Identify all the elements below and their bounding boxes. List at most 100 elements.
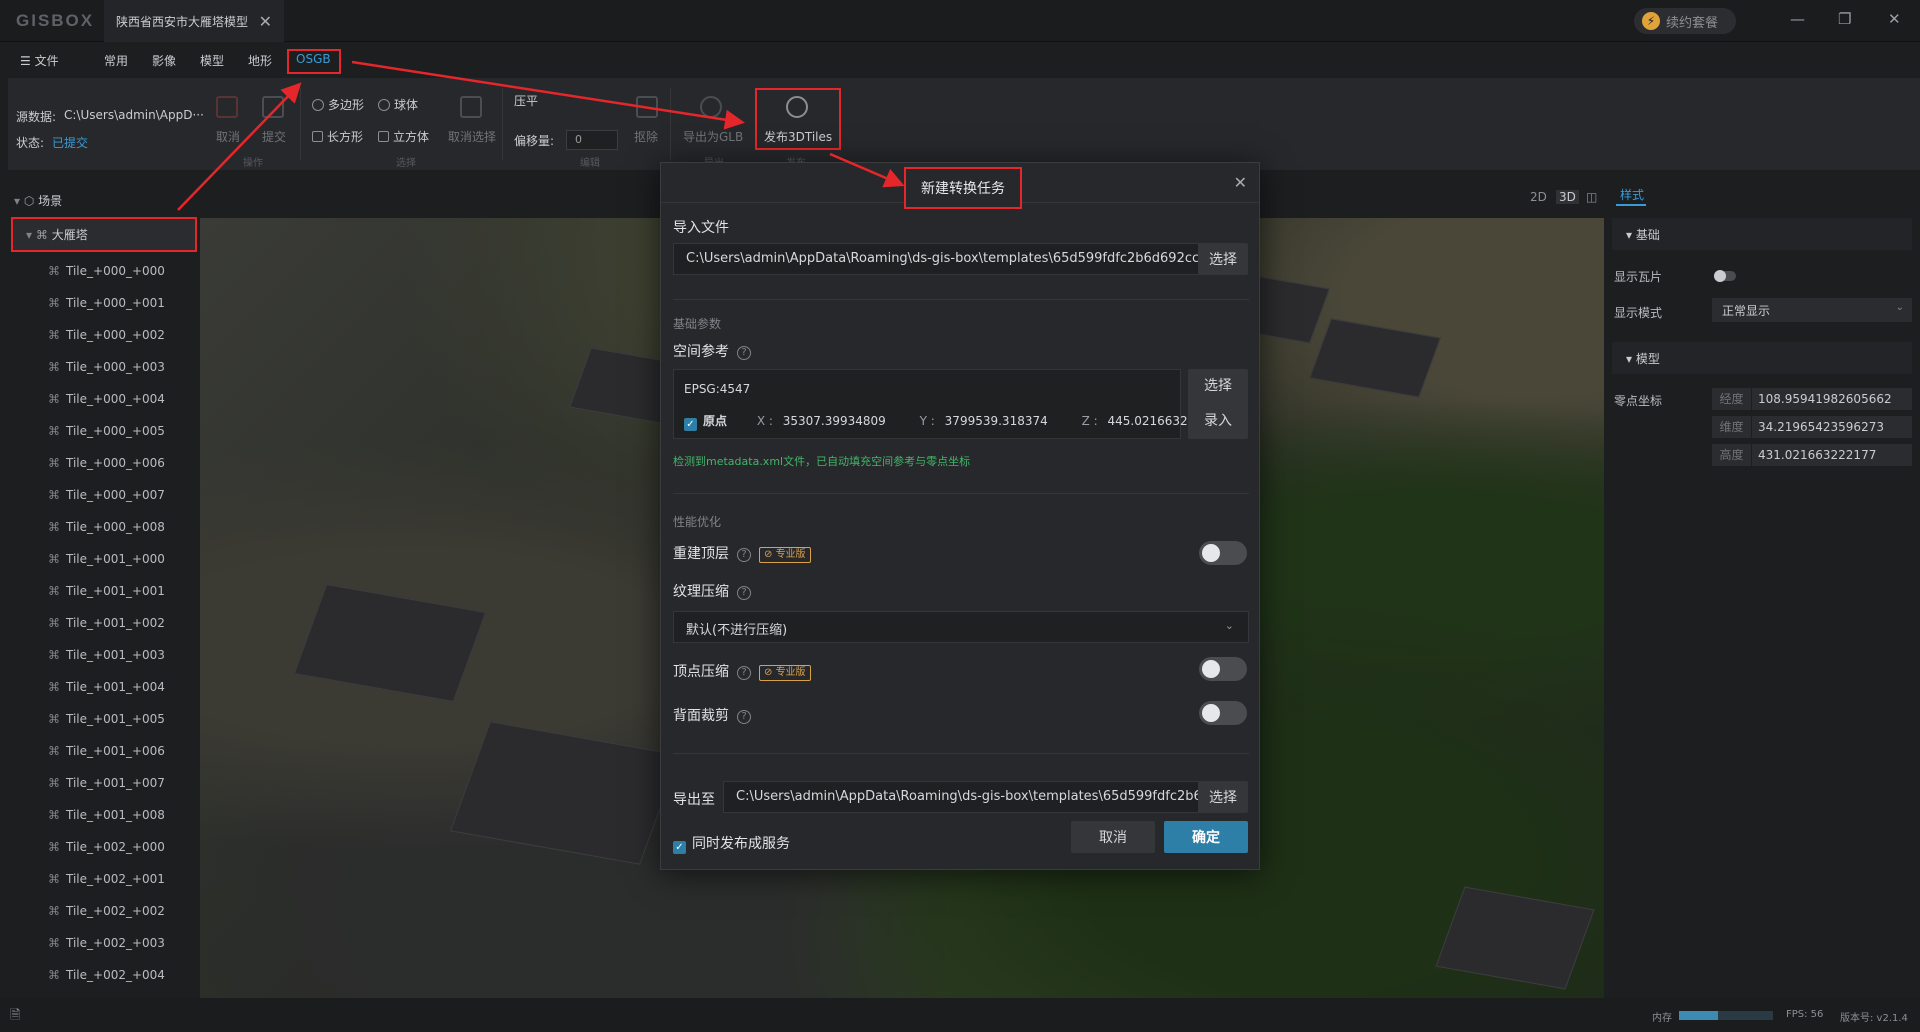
close-dialog-icon[interactable]: ✕ xyxy=(1234,173,1247,192)
import-file-label: 导入文件 xyxy=(673,220,729,236)
clipboard-icon[interactable]: 🗎 xyxy=(10,1006,20,1028)
tile-item[interactable]: ⌘ Tile_+001_+002 xyxy=(48,616,165,630)
publish-3dtiles-button[interactable]: 发布3DTiles xyxy=(764,128,832,145)
tile-item[interactable]: ⌘ Tile_+001_+007 xyxy=(48,776,165,790)
scene-root[interactable]: ▾ ⬡ 场景 xyxy=(14,192,62,209)
offset-input[interactable]: 0 xyxy=(566,130,618,150)
section-model[interactable]: ▾ 模型 xyxy=(1612,342,1912,374)
tile-icon: ⌘ xyxy=(48,456,60,470)
document-tab-label: 陕西省西安市大雁塔模型 xyxy=(116,14,249,29)
export-glb-button[interactable]: 导出为GLB xyxy=(683,128,743,145)
section-basic[interactable]: ▾ 基础 xyxy=(1612,218,1912,250)
export-glb-icon[interactable] xyxy=(700,96,722,118)
tile-label: Tile_+000_+007 xyxy=(66,488,165,502)
submit-icon[interactable] xyxy=(262,96,284,118)
tile-item[interactable]: ⌘ Tile_+000_+005 xyxy=(48,424,165,438)
tile-item[interactable]: ⌘ Tile_+000_+003 xyxy=(48,360,165,374)
close-tab-icon[interactable]: ✕ xyxy=(259,12,272,31)
minimize-icon[interactable]: — xyxy=(1790,10,1805,28)
x-value: 35307.39934809 xyxy=(782,414,886,428)
tile-item[interactable]: ⌘ Tile_+002_+004 xyxy=(48,968,165,982)
height-field[interactable]: 高度 431.021663222177 xyxy=(1712,444,1912,466)
confirm-button[interactable]: 确定 xyxy=(1164,821,1248,853)
close-window-icon[interactable]: ✕ xyxy=(1888,10,1901,28)
texture-compress-select[interactable]: 默认(不进行压缩) ⌄ xyxy=(673,611,1249,643)
menu-tab-common[interactable]: 常用 xyxy=(104,52,128,69)
tile-item[interactable]: ⌘ Tile_+001_+005 xyxy=(48,712,165,726)
restore-icon[interactable]: ❐ xyxy=(1838,10,1851,28)
latitude-field[interactable]: 维度 34.21965423596273 xyxy=(1712,416,1912,438)
publish-service-option[interactable]: ✓ 同时发布成服务 xyxy=(673,833,790,854)
tile-icon: ⌘ xyxy=(48,552,60,566)
import-select-button[interactable]: 选择 xyxy=(1198,243,1248,275)
cube-tool[interactable]: 立方体 xyxy=(378,128,429,145)
hamburger-icon: ☰ xyxy=(20,54,31,68)
tile-item[interactable]: ⌘ Tile_+002_+003 xyxy=(48,936,165,950)
erase-button[interactable]: 抠除 xyxy=(634,128,658,145)
tile-item[interactable]: ⌘ Tile_+000_+008 xyxy=(48,520,165,534)
import-path-field[interactable]: C:\Users\admin\AppData\Roaming\ds-gis-bo… xyxy=(673,243,1199,275)
export-select-button[interactable]: 选择 xyxy=(1198,781,1248,813)
cancel-select-icon[interactable] xyxy=(460,96,482,118)
tile-item[interactable]: ⌘ Tile_+001_+008 xyxy=(48,808,165,822)
tile-item[interactable]: ⌘ Tile_+002_+001 xyxy=(48,872,165,886)
tile-item[interactable]: ⌘ Tile_+001_+001 xyxy=(48,584,165,598)
tile-item[interactable]: ⌘ Tile_+000_+002 xyxy=(48,328,165,342)
help-icon[interactable]: ? xyxy=(737,548,751,562)
help-icon[interactable]: ? xyxy=(737,586,751,600)
help-icon[interactable]: ? xyxy=(737,346,751,360)
tile-item[interactable]: ⌘ Tile_+000_+006 xyxy=(48,456,165,470)
tile-item[interactable]: ⌘ Tile_+001_+006 xyxy=(48,744,165,758)
tile-item[interactable]: ⌘ Tile_+000_+001 xyxy=(48,296,165,310)
rebuild-top-toggle[interactable] xyxy=(1199,541,1247,565)
tile-item[interactable]: ⌘ Tile_+001_+004 xyxy=(48,680,165,694)
help-icon[interactable]: ? xyxy=(737,710,751,724)
tile-label: Tile_+000_+006 xyxy=(66,456,165,470)
tile-item[interactable]: ⌘ Tile_+001_+003 xyxy=(48,648,165,662)
tile-icon: ⌘ xyxy=(48,648,60,662)
tile-label: Tile_+002_+001 xyxy=(66,872,165,886)
menu-tab-terrain[interactable]: 地形 xyxy=(248,52,272,69)
tab-style[interactable]: 样式 xyxy=(1620,186,1644,203)
view-mode-2d[interactable]: 2D xyxy=(1530,190,1547,204)
tile-icon: ⌘ xyxy=(48,360,60,374)
cloud-upload-icon[interactable] xyxy=(786,96,808,118)
sphere-tool[interactable]: 球体 xyxy=(378,96,418,113)
tile-item[interactable]: ⌘ Tile_+001_+000 xyxy=(48,552,165,566)
spatial-ref-input-button[interactable]: 录入 xyxy=(1188,404,1248,439)
origin-checkbox[interactable]: ✓ xyxy=(684,418,697,431)
document-tab[interactable]: 陕西省西安市大雁塔模型 ✕ xyxy=(104,0,284,42)
cancel-icon[interactable] xyxy=(216,96,238,118)
vertex-compress-toggle[interactable] xyxy=(1199,657,1247,681)
menu-tab-model[interactable]: 模型 xyxy=(200,52,224,69)
submit-button[interactable]: 提交 xyxy=(262,128,286,145)
backface-cull-toggle[interactable] xyxy=(1199,701,1247,725)
tile-item[interactable]: ⌘ Tile_+002_+002 xyxy=(48,904,165,918)
spatial-ref-select-button[interactable]: 选择 xyxy=(1188,369,1248,404)
display-mode-select[interactable]: 正常显示 ⌄ xyxy=(1712,298,1912,322)
tile-item[interactable]: ⌘ Tile_+000_+007 xyxy=(48,488,165,502)
polygon-tool[interactable]: 多边形 xyxy=(312,96,364,113)
cancel-select-button[interactable]: 取消选择 xyxy=(448,128,496,145)
help-icon[interactable]: ? xyxy=(737,666,751,680)
tile-item[interactable]: ⌘ Tile_+002_+000 xyxy=(48,840,165,854)
menu-tab-imagery[interactable]: 影像 xyxy=(152,52,176,69)
tile-icon: ⌘ xyxy=(48,616,60,630)
ribbon-divider xyxy=(670,88,671,160)
z-label: Z : xyxy=(1081,414,1098,428)
cancel-button[interactable]: 取消 xyxy=(1071,821,1155,853)
show-tiles-toggle[interactable] xyxy=(1714,270,1736,282)
tile-item[interactable]: ⌘ Tile_+000_+000 xyxy=(48,264,165,278)
file-menu[interactable]: ☰ 文件 xyxy=(20,52,59,69)
longitude-field[interactable]: 经度 108.95941982605662 xyxy=(1712,388,1912,410)
tile-item[interactable]: ⌘ Tile_+000_+004 xyxy=(48,392,165,406)
cancel-button[interactable]: 取消 xyxy=(216,128,240,145)
renew-plan-button[interactable]: ⚡ 续约套餐 xyxy=(1634,8,1736,34)
view-mode-3d[interactable]: 3D xyxy=(1556,190,1579,204)
split-view-icon[interactable]: ◫ xyxy=(1586,190,1597,204)
rectangle-tool[interactable]: 长方形 xyxy=(312,128,363,145)
export-path-field[interactable]: C:\Users\admin\AppData\Roaming\ds-gis-bo… xyxy=(723,781,1199,813)
erase-icon[interactable] xyxy=(636,96,658,118)
spatial-ref-label: 空间参考? xyxy=(673,341,751,361)
publish-service-checkbox[interactable]: ✓ xyxy=(673,841,686,854)
